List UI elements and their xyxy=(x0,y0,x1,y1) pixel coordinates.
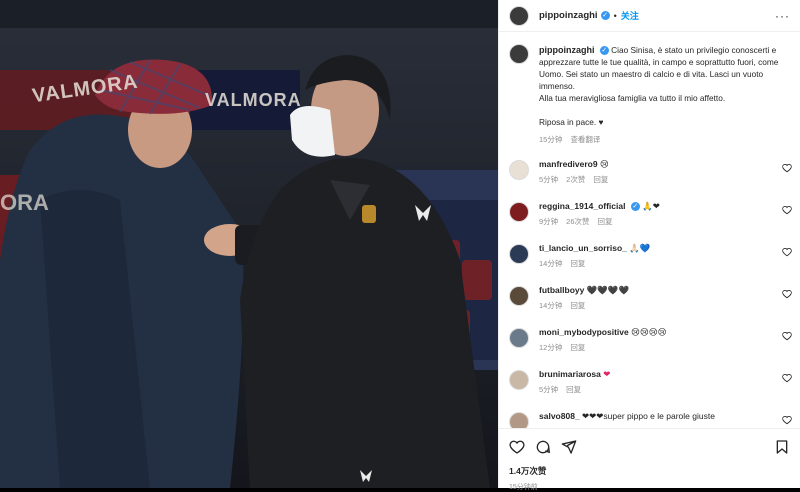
commenter-avatar[interactable] xyxy=(509,286,529,306)
reply-button[interactable]: 回复 xyxy=(570,259,585,268)
instagram-post-window: VALMORA VALMORA ORA pippoinzaghi ✓ • 关注 … xyxy=(0,0,800,491)
likes-count[interactable]: 1.4万次赞 xyxy=(509,465,790,477)
comment-time: 5分钟 xyxy=(539,385,559,394)
comment-text: 🖤🖤🖤🖤 xyxy=(586,285,630,295)
commenter-avatar[interactable] xyxy=(509,370,529,390)
comment-time: 5分钟 xyxy=(539,175,559,184)
comment-text: 🙏🏻💙 xyxy=(629,243,651,253)
comment-heart-icon[interactable] xyxy=(782,289,792,299)
post-photo[interactable]: VALMORA VALMORA ORA xyxy=(0,0,498,488)
comment-item: salvo808_ ❤❤❤super pippo e le parole giu… xyxy=(499,404,800,428)
comment-item: moni_mybodypositive 😢😢😢😢 12分钟 回复 xyxy=(499,320,800,362)
commenter-avatar[interactable] xyxy=(509,328,529,348)
reply-button[interactable]: 回复 xyxy=(570,343,585,352)
stadium-banner-right: VALMORA xyxy=(205,90,302,110)
photo-illustration xyxy=(0,0,498,488)
post-actions: 1.4万次赞 15分钟前 xyxy=(499,428,800,491)
verified-badge-icon: ✓ xyxy=(600,11,610,20)
author-avatar[interactable] xyxy=(509,5,529,26)
comment-text: ❤ xyxy=(603,369,611,379)
comment-username[interactable]: futballboyy xyxy=(539,285,584,295)
comment-username[interactable]: brunimariarosa xyxy=(539,369,601,379)
comment-item: manfredivero9 😢 5分钟 2次赞 回复 xyxy=(499,152,800,194)
comments-scroll-area[interactable]: pippoinzaghi ✓ Ciao Sinisa, è stato un p… xyxy=(499,33,800,428)
comment-time: 12分钟 xyxy=(539,343,563,352)
caption-time: 15分钟 xyxy=(539,135,563,144)
verified-badge-icon: ✓ xyxy=(630,202,640,212)
comment-text: 😢 xyxy=(599,159,609,169)
author-username[interactable]: pippoinzaghi xyxy=(539,10,598,21)
comment-heart-icon[interactable] xyxy=(782,163,792,173)
reply-button[interactable]: 回复 xyxy=(598,217,613,226)
comment-username[interactable]: moni_mybodypositive xyxy=(539,327,629,337)
more-options-icon[interactable]: ··· xyxy=(775,9,790,23)
comment-time: 14分钟 xyxy=(539,259,563,268)
see-translation-link[interactable]: 查看翻译 xyxy=(570,135,600,144)
comment-username[interactable]: ti_lancio_un_sorriso_ xyxy=(539,243,627,253)
comment-text: 🙏❤ xyxy=(642,201,660,211)
comment-item: brunimariarosa ❤ 5分钟 回复 xyxy=(499,362,800,404)
post-side-panel: pippoinzaghi ✓ • 关注 ··· pippoinzaghi ✓ C… xyxy=(498,0,800,491)
comment-username[interactable]: reggina_1914_official xyxy=(539,201,625,211)
comment-time: 14分钟 xyxy=(539,301,563,310)
bookmark-icon[interactable] xyxy=(774,439,790,455)
follow-button[interactable]: 关注 xyxy=(621,9,639,22)
caption-username[interactable]: pippoinzaghi xyxy=(539,45,595,55)
comment-heart-icon[interactable] xyxy=(782,415,792,425)
stadium-side-text: ORA xyxy=(0,190,49,215)
comment-icon[interactable] xyxy=(535,439,551,455)
comment-text: 😢😢😢😢 xyxy=(631,327,667,337)
post-caption: pippoinzaghi ✓ Ciao Sinisa, è stato un p… xyxy=(499,33,800,152)
commenter-avatar[interactable] xyxy=(509,160,529,180)
reply-button[interactable]: 回复 xyxy=(593,175,608,184)
comment-username[interactable]: manfredivero9 xyxy=(539,159,598,169)
comment-time: 9分钟 xyxy=(539,217,559,226)
post-timestamp: 15分钟前 xyxy=(509,484,538,491)
comment-likes[interactable]: 2次赞 xyxy=(566,175,585,184)
heart-icon[interactable] xyxy=(509,439,525,455)
verified-badge-icon: ✓ xyxy=(599,46,609,56)
comment-text: ❤❤❤super pippo e le parole giuste xyxy=(582,411,715,421)
post-header: pippoinzaghi ✓ • 关注 ··· xyxy=(499,0,800,32)
caption-text-2: Alla tua meravigliosa famiglia va tutto … xyxy=(539,93,726,103)
comment-item: futballboyy 🖤🖤🖤🖤 14分钟 回复 xyxy=(499,278,800,320)
commenter-avatar[interactable] xyxy=(509,412,529,428)
comment-username[interactable]: salvo808_ xyxy=(539,411,580,421)
comment-likes[interactable]: 26次赞 xyxy=(566,217,589,226)
caption-text-3: Riposa in pace. ♥ xyxy=(539,117,604,127)
reply-button[interactable]: 回复 xyxy=(566,385,581,394)
comment-heart-icon[interactable] xyxy=(782,205,792,215)
comment-heart-icon[interactable] xyxy=(782,373,792,383)
commenter-avatar[interactable] xyxy=(509,244,529,264)
comment-item: reggina_1914_official ✓ 🙏❤ 9分钟 26次赞 回复 xyxy=(499,194,800,236)
share-icon[interactable] xyxy=(561,439,577,455)
separator-dot: • xyxy=(613,10,617,21)
comment-heart-icon[interactable] xyxy=(782,331,792,341)
comment-heart-icon[interactable] xyxy=(782,247,792,257)
reply-button[interactable]: 回复 xyxy=(570,301,585,310)
caption-author-avatar[interactable] xyxy=(509,44,529,64)
commenter-avatar[interactable] xyxy=(509,202,529,222)
comment-item: ti_lancio_un_sorriso_ 🙏🏻💙 14分钟 回复 xyxy=(499,236,800,278)
